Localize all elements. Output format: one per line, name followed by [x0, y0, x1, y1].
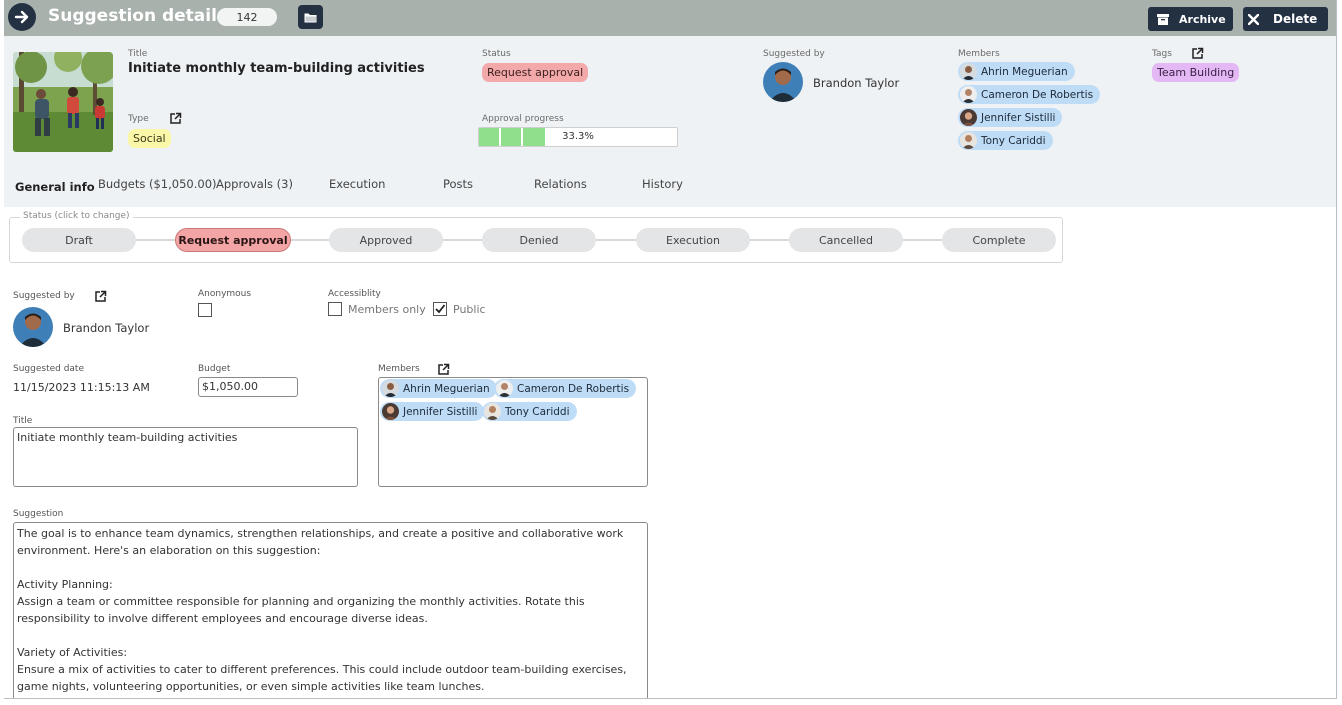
delete-button[interactable]: Delete — [1243, 7, 1328, 31]
title-field-label: Title — [13, 416, 33, 426]
member-avatar — [382, 380, 399, 397]
member-avatar — [960, 63, 977, 80]
member-avatar — [960, 132, 977, 149]
member-name: Tony Cariddi — [505, 405, 570, 418]
suggested-by-field-label: Suggested by — [13, 291, 75, 301]
member-name: Jennifer Sistilli — [981, 111, 1056, 124]
members-field[interactable]: Ahrin Meguerian Cameron De Robertis Jenn… — [378, 377, 648, 487]
member-chip[interactable]: Jennifer Sistilli — [958, 108, 1063, 127]
tab-execution[interactable]: Execution — [329, 177, 385, 191]
suggester-avatar — [763, 62, 803, 102]
status-stepper: Status (click to change) Draft Request a… — [9, 211, 1063, 263]
tags-label: Tags — [1152, 49, 1172, 59]
status-step-draft[interactable]: Draft — [22, 228, 136, 252]
member-chip[interactable]: Tony Cariddi — [482, 402, 577, 421]
status-step-execution[interactable]: Execution — [636, 228, 750, 252]
member-chip[interactable]: Cameron De Robertis — [958, 85, 1101, 104]
suggested-date-label: Suggested date — [13, 364, 85, 374]
status-label: Status — [482, 49, 511, 59]
tab-relations[interactable]: Relations — [534, 177, 587, 191]
app-window: Suggestion details 142 Archive Delete Ti… — [4, 0, 1337, 699]
member-avatar — [484, 403, 501, 420]
archive-label: Archive — [1179, 12, 1226, 26]
count-badge: 142 — [217, 8, 277, 26]
top-bar: Suggestion details 142 Archive Delete — [4, 0, 1336, 36]
member-name: Cameron De Robertis — [981, 88, 1094, 101]
progress-text: 33.3% — [562, 131, 594, 142]
page-title: Suggestion details — [48, 6, 228, 26]
type-label: Type — [128, 114, 149, 124]
member-avatar — [496, 380, 513, 397]
public-label: Public — [453, 303, 486, 316]
folder-icon — [304, 13, 317, 22]
member-name: Tony Cariddi — [981, 134, 1046, 147]
external-link-icon[interactable] — [169, 112, 182, 125]
member-chip[interactable]: Ahrin Meguerian — [380, 379, 497, 398]
suggester-avatar — [13, 307, 53, 347]
member-name: Ahrin Meguerian — [981, 65, 1068, 78]
status-step-request-approval[interactable]: Request approval — [175, 228, 291, 252]
anonymous-label: Anonymous — [198, 289, 252, 299]
external-link-icon[interactable] — [1191, 47, 1204, 60]
folder-button[interactable] — [298, 5, 323, 29]
public-checkbox[interactable] — [433, 302, 447, 316]
back-button[interactable] — [8, 3, 36, 31]
members-only-checkbox[interactable] — [328, 302, 342, 316]
status-step-approved[interactable]: Approved — [329, 228, 443, 252]
members-field-label: Members — [378, 364, 420, 374]
tab-approvals[interactable]: Approvals (3) — [216, 177, 293, 191]
members-label: Members — [958, 49, 1000, 59]
tab-history[interactable]: History — [642, 177, 683, 191]
title-input[interactable]: Initiate monthly team-building activitie… — [13, 427, 358, 487]
external-link-icon[interactable] — [437, 363, 450, 376]
suggestion-field-label: Suggestion — [13, 509, 64, 519]
close-icon — [1248, 13, 1259, 25]
suggester-name: Brandon Taylor — [63, 321, 150, 335]
accessibility-label: Accessiblity — [328, 289, 381, 299]
tag-badge[interactable]: Team Building — [1152, 63, 1240, 82]
suggested-date-value: 11/15/2023 11:15:13 AM — [13, 381, 150, 394]
member-chip[interactable]: Ahrin Meguerian — [958, 62, 1075, 81]
checkmark-icon — [435, 304, 446, 314]
status-step-denied[interactable]: Denied — [482, 228, 596, 252]
arrow-right-icon — [14, 10, 29, 24]
budget-input[interactable]: $1,050.00 — [198, 377, 298, 397]
delete-label: Delete — [1273, 12, 1318, 26]
tab-budgets[interactable]: Budgets ($1,050.00) — [98, 177, 217, 191]
external-link-icon[interactable] — [94, 290, 107, 303]
tab-general-info[interactable]: General info — [15, 180, 95, 194]
member-name: Jennifer Sistilli — [403, 405, 478, 418]
member-avatar — [960, 86, 977, 103]
summary-header: Title Initiate monthly team-building act… — [4, 36, 1336, 207]
members-only-label: Members only — [348, 303, 426, 316]
member-avatar — [960, 109, 977, 126]
suggestion-textarea[interactable]: The goal is to enhance team dynamics, st… — [13, 522, 648, 698]
suggested-by-label: Suggested by — [763, 49, 825, 59]
status-badge: Request approval — [482, 63, 589, 82]
budget-label: Budget — [198, 364, 231, 374]
archive-icon — [1157, 13, 1169, 25]
member-avatar — [382, 403, 399, 420]
type-badge: Social — [128, 129, 171, 148]
status-step-complete[interactable]: Complete — [942, 228, 1056, 252]
member-name: Cameron De Robertis — [517, 382, 630, 395]
suggester-name: Brandon Taylor — [813, 76, 900, 90]
stepper-legend: Status (click to change) — [20, 211, 133, 221]
member-chip[interactable]: Tony Cariddi — [958, 131, 1053, 150]
archive-button[interactable]: Archive — [1148, 7, 1233, 31]
anonymous-checkbox[interactable] — [198, 303, 212, 317]
suggestion-title: Initiate monthly team-building activitie… — [128, 61, 425, 76]
member-chip[interactable]: Cameron De Robertis — [494, 379, 637, 398]
tab-posts[interactable]: Posts — [443, 177, 473, 191]
member-name: Ahrin Meguerian — [403, 382, 490, 395]
member-chip[interactable]: Jennifer Sistilli — [380, 402, 485, 421]
status-step-cancelled[interactable]: Cancelled — [789, 228, 903, 252]
approval-progress-bar: 33.3% — [478, 127, 678, 147]
title-label: Title — [128, 49, 148, 59]
progress-label: Approval progress — [482, 114, 564, 124]
suggestion-photo — [13, 52, 113, 152]
